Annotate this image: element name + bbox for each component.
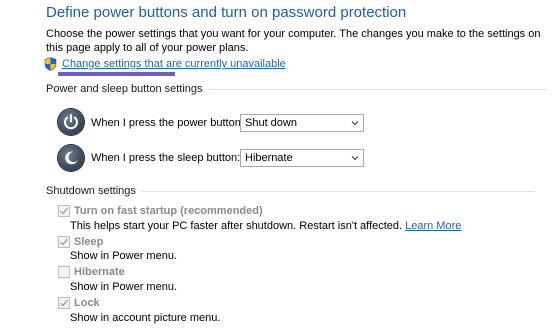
section-divider [208,88,547,90]
power-button-label: When I press the power button: [91,117,244,129]
fast-startup-description-text: This helps start your PC faster after sh… [70,220,403,232]
power-button-icon [58,109,84,135]
hibernate-checkbox[interactable] [58,266,70,278]
highlight-bar [58,72,175,76]
fast-startup-description: This helps start your PC faster after sh… [70,220,461,232]
sleep-option[interactable]: Sleep [58,236,103,248]
sleep-button-value: Hibernate [245,152,293,164]
sleep-checkbox[interactable] [58,236,70,248]
fast-startup-label: Turn on fast startup (recommended) [74,205,263,217]
checkmark-icon [60,299,68,307]
chevron-down-icon [351,121,359,126]
learn-more-link[interactable]: Learn More [405,220,461,232]
shutdown-section-heading: Shutdown settings [46,185,535,197]
hibernate-description: Show in Power menu. [70,281,177,293]
section-heading-label: Shutdown settings [46,185,136,197]
checkmark-icon [60,238,68,246]
sleep-button-label: When I press the sleep button: [91,152,241,164]
hibernate-label: Hibernate [74,266,125,278]
section-divider [141,190,535,192]
uac-shield-icon [44,57,57,71]
power-button-dropdown[interactable]: Shut down [240,114,364,132]
page-description: Choose the power settings that you want … [46,28,541,54]
sleep-description: Show in Power menu. [70,250,177,262]
lock-label: Lock [74,297,100,309]
power-button-value: Shut down [245,117,297,129]
fast-startup-checkbox[interactable] [58,205,70,217]
change-settings-link[interactable]: Change settings that are currently unava… [62,58,286,70]
lock-option[interactable]: Lock [58,297,100,309]
chevron-down-icon [351,156,359,161]
section-heading-label: Power and sleep button settings [46,83,203,95]
fast-startup-option[interactable]: Turn on fast startup (recommended) [58,205,263,217]
sleep-button-dropdown[interactable]: Hibernate [240,149,364,167]
page-title: Define power buttons and turn on passwor… [46,4,407,21]
lock-checkbox[interactable] [58,297,70,309]
checkmark-icon [60,207,68,215]
lock-description: Show in account picture menu. [70,312,221,324]
sleep-moon-icon [58,145,84,171]
power-sleep-section-heading: Power and sleep button settings [46,83,547,95]
hibernate-option[interactable]: Hibernate [58,266,125,278]
sleep-label: Sleep [74,236,104,248]
